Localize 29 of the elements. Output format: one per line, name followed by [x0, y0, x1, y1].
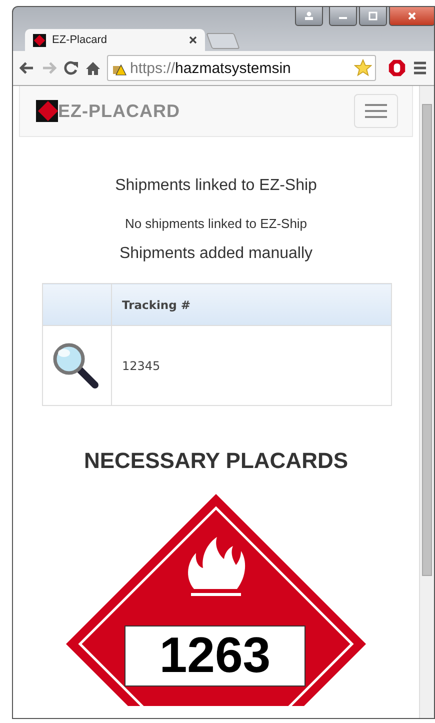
- diamond-logo-icon: [36, 100, 58, 122]
- close-button[interactable]: [389, 6, 435, 26]
- close-icon[interactable]: [189, 36, 197, 44]
- magnifier-icon[interactable]: [51, 340, 101, 390]
- home-icon[interactable]: [85, 60, 101, 76]
- flame-icon: [188, 537, 246, 596]
- section-heading: Shipments linked to EZ-Ship: [115, 177, 317, 195]
- url-text: https://hazmatsystemsin: [130, 60, 292, 76]
- empty-message: No shipments linked to EZ-Ship: [124, 216, 308, 231]
- maximize-button[interactable]: [359, 6, 387, 26]
- back-icon[interactable]: [19, 60, 35, 76]
- browser-tab[interactable]: EZ-Placard: [25, 29, 205, 51]
- un-number: 1263: [159, 627, 271, 683]
- diamond-logo-icon: [33, 34, 46, 46]
- section-heading: Shipments added manually: [119, 245, 312, 263]
- table-header: Tracking #: [112, 284, 392, 326]
- address-bar[interactable]: https://hazmatsystemsin: [107, 55, 376, 81]
- menu-icon[interactable]: [412, 60, 428, 76]
- close-icon: [407, 11, 417, 21]
- reload-icon[interactable]: [63, 60, 79, 76]
- user-icon[interactable]: [295, 6, 323, 26]
- tab-title: EZ-Placard: [52, 34, 108, 46]
- menu-button[interactable]: [354, 94, 398, 128]
- section-heading: NECESSARY PLACARDS: [84, 448, 348, 474]
- minimize-button[interactable]: [329, 6, 357, 26]
- menu-icon: [365, 103, 387, 119]
- maximize-icon: [368, 11, 378, 21]
- star-icon[interactable]: [354, 59, 372, 77]
- table-cell: 12345: [112, 326, 392, 406]
